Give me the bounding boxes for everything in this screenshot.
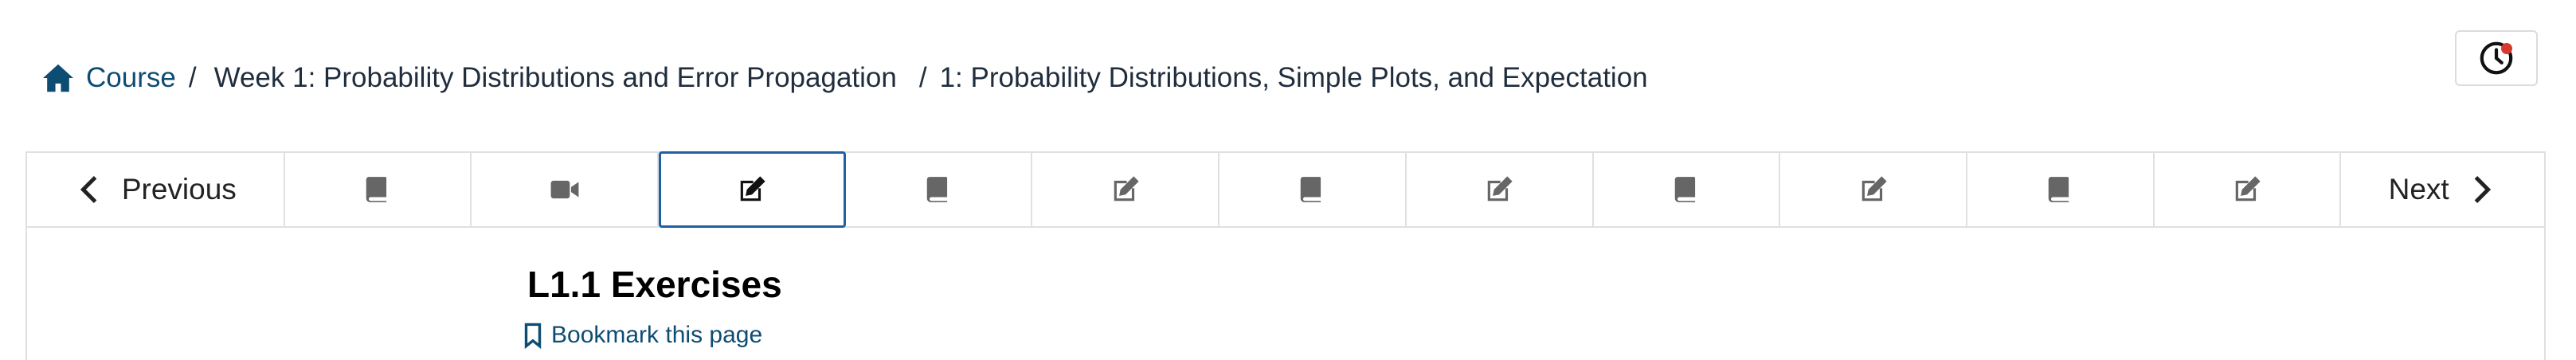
unit-tab-7[interactable] — [1407, 153, 1594, 226]
notification-dot — [2501, 43, 2512, 54]
book-icon — [1674, 177, 1695, 202]
previous-label: Previous — [121, 173, 237, 205]
breadcrumb-separator: / — [188, 62, 197, 93]
sequence-navigation: Previous Next — [25, 151, 2546, 228]
unit-tab-1[interactable] — [285, 153, 472, 226]
bookmark-button[interactable]: Bookmark this page — [523, 322, 762, 349]
breadcrumb: Course / Week 1: Probability Distributio… — [41, 59, 1690, 97]
breadcrumb-home-label: Course — [86, 62, 176, 93]
chevron-right-icon — [2474, 176, 2491, 203]
home-icon — [43, 64, 73, 92]
edit-icon — [1114, 176, 1139, 202]
unit-content-frame — [25, 228, 2546, 360]
unit-tab-2[interactable] — [472, 153, 659, 226]
unit-tab-9[interactable] — [1780, 153, 1967, 226]
edit-icon — [1862, 176, 1887, 202]
book-icon — [926, 177, 948, 202]
edit-icon — [1487, 176, 1513, 202]
edit-icon — [741, 176, 765, 202]
unit-tab-5[interactable] — [1032, 153, 1220, 226]
next-label: Next — [2388, 173, 2449, 205]
breadcrumb-section[interactable]: Week 1: Probability Distributions and Er… — [214, 62, 897, 94]
breadcrumb-separator: / — [918, 62, 927, 93]
book-icon — [366, 177, 387, 202]
book-icon — [2049, 177, 2069, 202]
book-icon — [1301, 177, 1321, 202]
unit-tab-3-active[interactable] — [659, 151, 846, 228]
breadcrumb-subsection[interactable]: 1: Probability Distributions, Simple Plo… — [940, 62, 1648, 94]
breadcrumb-home-link[interactable]: Course — [41, 62, 176, 94]
schedule-button[interactable] — [2455, 30, 2538, 86]
next-button[interactable]: Next — [2341, 153, 2544, 226]
edit-icon — [2235, 176, 2261, 202]
unit-title: L1.1 Exercises — [527, 264, 782, 305]
bookmark-icon — [524, 323, 542, 349]
video-icon — [550, 180, 579, 199]
bookmark-label: Bookmark this page — [551, 322, 763, 348]
unit-tab-4[interactable] — [846, 153, 1033, 226]
unit-tab-8[interactable] — [1594, 153, 1781, 226]
chevron-left-icon — [80, 176, 97, 203]
previous-button[interactable]: Previous — [27, 153, 285, 226]
unit-tab-6[interactable] — [1219, 153, 1407, 226]
unit-tab-10[interactable] — [1967, 153, 2155, 226]
unit-tab-11[interactable] — [2155, 153, 2342, 226]
